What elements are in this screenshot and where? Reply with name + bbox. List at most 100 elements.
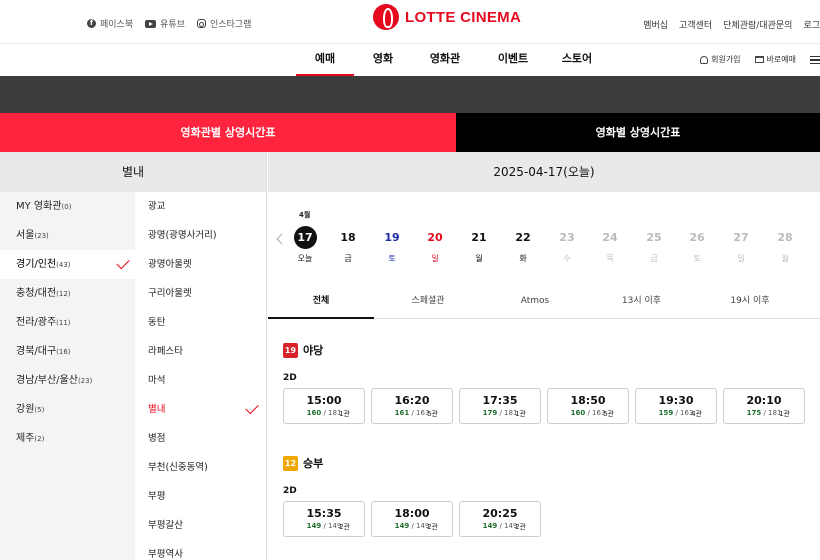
- region-name: 제주: [16, 433, 35, 444]
- region-count: (12): [56, 290, 71, 298]
- seats-available: 149: [394, 522, 410, 530]
- showtime-button[interactable]: 18:50 160 / 163 5관: [547, 388, 629, 424]
- nav-item-reservation[interactable]: 예매: [296, 44, 354, 76]
- instagram-link[interactable]: 인스타그램: [196, 17, 251, 30]
- cinema-item[interactable]: 부천(신중동역): [135, 453, 266, 482]
- cinema-item[interactable]: 부평역사: [135, 540, 266, 560]
- utility-links: 멤버십 고객센터 단체관람/대관문의 로그: [643, 18, 820, 31]
- showtime-list: 15:00 160 / 181 1관 16:20 161 / 163 5관 17:35 179…: [283, 388, 805, 424]
- cinema-item[interactable]: 동탄: [135, 308, 266, 337]
- showtime-button[interactable]: 17:35 179 / 181 1관: [459, 388, 541, 424]
- nav-item-movie[interactable]: 영화: [354, 44, 412, 76]
- filter-all[interactable]: 전체: [268, 283, 374, 319]
- showtime-button[interactable]: 20:10 175 / 181 1관: [723, 388, 805, 424]
- selected-cinema-title: 별내: [0, 152, 266, 192]
- group-rental-link[interactable]: 단체관람/대관문의: [723, 18, 792, 31]
- seats-available: 159: [658, 409, 674, 417]
- date-item: 26 토: [683, 226, 711, 264]
- cinema-item[interactable]: 광명(광명사거리): [135, 221, 266, 250]
- region-name: 경북/대구: [16, 346, 57, 357]
- hall-label: 1관: [779, 410, 790, 418]
- cinema-item[interactable]: 마석: [135, 366, 266, 395]
- filter-special[interactable]: 스페셜관: [374, 283, 482, 319]
- nav-item-store[interactable]: 스토어: [548, 44, 606, 76]
- filter-after-19[interactable]: 19시 이후: [695, 283, 805, 319]
- cinema-item[interactable]: 광명아울렛: [135, 250, 266, 279]
- facebook-link[interactable]: f 페이스북: [87, 17, 133, 30]
- cinema-item[interactable]: 병점: [135, 424, 266, 453]
- filter-after-13[interactable]: 13시 이후: [588, 283, 695, 319]
- region-item[interactable]: 경북/대구(16): [0, 337, 135, 366]
- region-item[interactable]: 서울(23): [0, 221, 135, 250]
- region-item[interactable]: 제주(2): [0, 424, 135, 453]
- region-item[interactable]: 충청/대전(12): [0, 279, 135, 308]
- cinema-item[interactable]: 구리아울렛: [135, 279, 266, 308]
- lotte-cinema-logo[interactable]: LOTTE CINEMA: [373, 4, 521, 30]
- date-number: 17: [293, 226, 317, 249]
- seats-available: 161: [394, 409, 410, 417]
- movie-title[interactable]: 승부: [303, 455, 323, 471]
- weekday-label: 토: [693, 254, 701, 263]
- tab-by-cinema[interactable]: 영화관별 상영시간표: [0, 113, 456, 152]
- showtime-time: 20:25: [482, 507, 518, 520]
- customer-center-link[interactable]: 고객센터: [679, 18, 712, 31]
- seat-separator: /: [497, 409, 505, 417]
- showtime-time: 18:00: [394, 507, 430, 520]
- date-item: 28 월: [771, 226, 799, 264]
- weekday-label: 월: [781, 254, 789, 263]
- region-count: (11): [56, 319, 71, 327]
- nav-item-event[interactable]: 이벤트: [478, 44, 548, 76]
- date-item[interactable]: 19 토: [378, 226, 406, 264]
- format-label: 2D: [283, 373, 297, 383]
- region-name: 서울: [16, 230, 35, 241]
- seat-separator: /: [321, 409, 329, 417]
- nav-item-cinema[interactable]: 영화관: [412, 44, 478, 76]
- movie-title-row: 19 야당: [283, 342, 805, 358]
- showtime-time: 15:35: [306, 507, 342, 520]
- seat-info: 160 / 163 5관: [548, 409, 628, 418]
- cinema-item[interactable]: 라페스타: [135, 337, 266, 366]
- cinema-item-selected[interactable]: 별내: [135, 395, 266, 424]
- region-name: 강원: [16, 404, 35, 415]
- showtime-button[interactable]: 18:00 149 / 149 2관: [371, 501, 453, 537]
- login-link[interactable]: 로그: [803, 18, 820, 31]
- cinema-item[interactable]: 부평: [135, 482, 266, 511]
- seats-available: 175: [746, 409, 762, 417]
- filter-atmos[interactable]: Atmos: [482, 283, 588, 319]
- region-item-selected[interactable]: 경기/인천(43): [0, 250, 135, 279]
- signup-link[interactable]: 회원가입: [700, 54, 741, 65]
- quick-booking-link[interactable]: 바로예매: [754, 54, 796, 65]
- showtime-time: 19:30: [658, 394, 694, 407]
- region-name: 충청/대전: [16, 288, 57, 299]
- date-item[interactable]: 21 월: [465, 226, 493, 264]
- hall-label: 2관: [339, 523, 350, 531]
- showtime-button[interactable]: 15:00 160 / 181 1관: [283, 388, 365, 424]
- youtube-link[interactable]: 유튜브: [145, 17, 185, 30]
- main-nav: 예매 영화 영화관 이벤트 스토어 회원가입 바로예매: [0, 44, 820, 76]
- prev-date-arrow-icon[interactable]: [276, 233, 288, 245]
- region-item[interactable]: 전라/광주(11): [0, 308, 135, 337]
- date-item[interactable]: 17 오늘: [291, 226, 319, 264]
- date-number: 18: [340, 231, 356, 244]
- date-item[interactable]: 22 화: [509, 226, 537, 264]
- cinema-item[interactable]: 광교: [135, 192, 266, 221]
- showtime-button[interactable]: 15:35 149 / 149 2관: [283, 501, 365, 537]
- region-count: (0): [61, 203, 72, 211]
- membership-link[interactable]: 멤버십: [643, 18, 668, 31]
- rating-12-icon: 12: [283, 455, 298, 471]
- region-item[interactable]: 강원(5): [0, 395, 135, 424]
- date-item[interactable]: 20 일: [421, 226, 449, 264]
- tab-by-movie[interactable]: 영화별 상영시간표: [456, 113, 820, 152]
- hamburger-menu-icon[interactable]: [810, 55, 820, 64]
- top-header: f 페이스북 유튜브 인스타그램 LOTTE CINEMA 멤버십 고객센터 단…: [0, 0, 820, 44]
- showtime-button[interactable]: 19:30 159 / 163 4관: [635, 388, 717, 424]
- movie-title[interactable]: 야당: [303, 342, 323, 358]
- region-item[interactable]: MY 영화관(0): [0, 192, 135, 221]
- signup-label: 회원가입: [711, 55, 741, 64]
- showtime-button[interactable]: 16:20 161 / 163 5관: [371, 388, 453, 424]
- region-count: (23): [34, 232, 49, 240]
- showtime-button[interactable]: 20:25 149 / 149 2관: [459, 501, 541, 537]
- date-item[interactable]: 18 금: [334, 226, 362, 264]
- cinema-item[interactable]: 부평갈산: [135, 511, 266, 540]
- region-item[interactable]: 경남/부산/울산(23): [0, 366, 135, 395]
